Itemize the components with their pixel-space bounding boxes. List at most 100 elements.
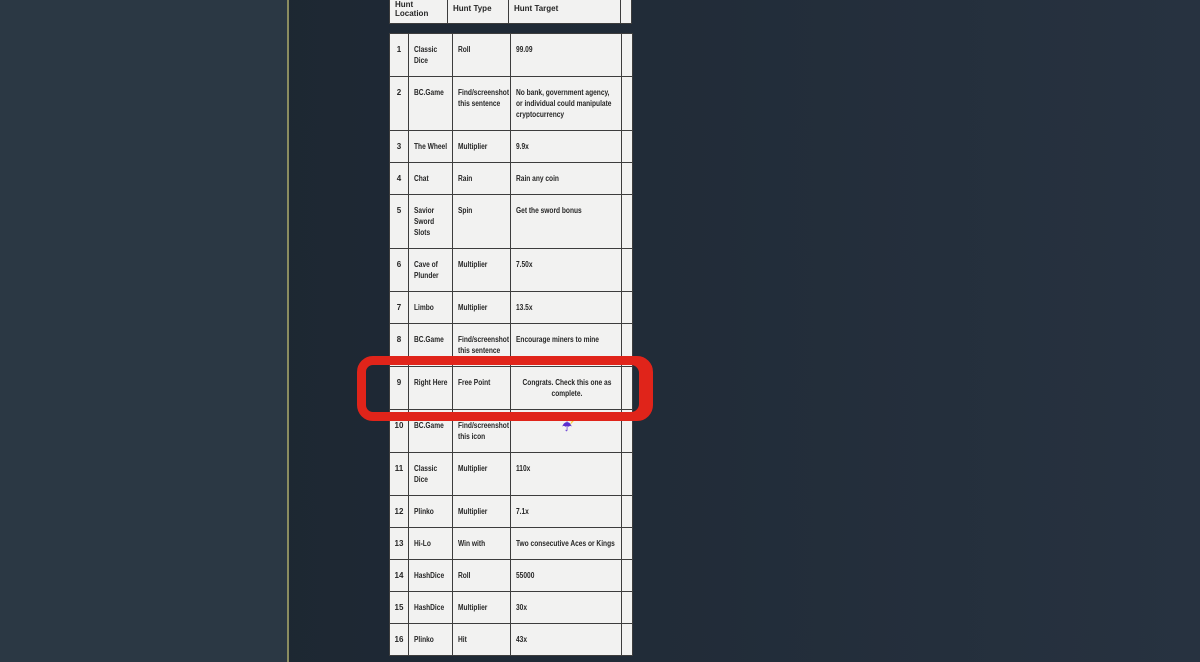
- hunt-type-text: Multiplier: [458, 141, 507, 152]
- purple-umbrella-icon: ☂⚡: [562, 420, 572, 435]
- hunt-target-cell: No bank, government agency, or individua…: [511, 77, 622, 131]
- table-row: 2 BC.Game Find/screenshot this sentence …: [390, 77, 633, 131]
- row-end-spacer-cell: [622, 34, 633, 77]
- hunt-target-text: Rain any coin: [516, 173, 618, 184]
- hunt-table: 1 Classic Dice Roll 99.09 2 BC.Game Find…: [389, 33, 633, 656]
- row-end-spacer-cell: [622, 77, 633, 131]
- row-number-cell: 14: [390, 560, 409, 592]
- row-number-cell: 2: [390, 77, 409, 131]
- hunt-target-cell: Get the sword bonus: [511, 195, 622, 249]
- hunt-type-text: Roll: [458, 570, 507, 581]
- hunt-target-text: Get the sword bonus: [516, 205, 618, 216]
- hunt-type-text: Spin: [458, 205, 507, 216]
- hunt-target-cell: 9.9x: [511, 131, 622, 163]
- row-end-spacer-cell: [622, 131, 633, 163]
- row-number-cell: 12: [390, 496, 409, 528]
- hunt-type-cell: Roll: [453, 560, 511, 592]
- table-row: 7 Limbo Multiplier 13.5x: [390, 292, 633, 324]
- hunt-location-cell: Limbo: [409, 292, 453, 324]
- row-end-spacer-cell: [622, 292, 633, 324]
- row-end-spacer-cell: [622, 624, 633, 656]
- hunt-location-cell: Cave of Plunder: [409, 249, 453, 292]
- table-row: 14 HashDice Roll 55000: [390, 560, 633, 592]
- row-end-spacer-cell: [622, 592, 633, 624]
- hunt-type-text: Find/screenshot this sentence: [458, 87, 507, 109]
- hunt-type-text: Multiplier: [458, 463, 507, 474]
- hunt-location-cell: Classic Dice: [409, 34, 453, 77]
- hunt-type-text: Rain: [458, 173, 507, 184]
- header-hunt-target: Hunt Target: [509, 0, 621, 23]
- hunt-target-text: Two consecutive Aces or Kings: [516, 538, 618, 549]
- hunt-location-text: Cave of Plunder: [414, 259, 449, 281]
- hunt-type-text: Roll: [458, 44, 507, 55]
- hunt-location-cell: Chat: [409, 163, 453, 195]
- row-number-cell: 15: [390, 592, 409, 624]
- row-end-spacer-cell: [622, 195, 633, 249]
- hunt-type-cell: Spin: [453, 195, 511, 249]
- hunt-target-text: 55000: [516, 570, 618, 581]
- hunt-target-cell: Two consecutive Aces or Kings: [511, 528, 622, 560]
- row-end-spacer-cell: [622, 453, 633, 496]
- table-row: 5 Savior Sword Slots Spin Get the sword …: [390, 195, 633, 249]
- row-number-cell: 4: [390, 163, 409, 195]
- hunt-location-text: HashDice: [414, 602, 449, 613]
- hunt-location-cell: HashDice: [409, 560, 453, 592]
- hunt-location-text: Plinko: [414, 506, 449, 517]
- hunt-target-text: 7.1x: [516, 506, 618, 517]
- hunt-target-text: 43x: [516, 634, 618, 645]
- hunt-target-cell: 110x: [511, 453, 622, 496]
- hunt-type-text: Multiplier: [458, 506, 507, 517]
- table-row: 12 Plinko Multiplier 7.1x: [390, 496, 633, 528]
- hunt-type-text: Win with: [458, 538, 507, 549]
- hunt-type-cell: Multiplier: [453, 292, 511, 324]
- hunt-location-cell: Classic Dice: [409, 453, 453, 496]
- hunt-target-cell: 30x: [511, 592, 622, 624]
- hunt-type-cell: Roll: [453, 34, 511, 77]
- hunt-location-text: Hi-Lo: [414, 538, 449, 549]
- row-end-spacer-cell: [622, 249, 633, 292]
- hunt-target-cell: 7.50x: [511, 249, 622, 292]
- hunt-location-cell: Savior Sword Slots: [409, 195, 453, 249]
- hunt-target-cell: 55000: [511, 560, 622, 592]
- hunt-target-text: 7.50x: [516, 259, 618, 270]
- hunt-location-text: Limbo: [414, 302, 449, 313]
- hunt-type-text: Hit: [458, 634, 507, 645]
- hunt-location-text: Savior Sword Slots: [414, 205, 449, 238]
- hunt-location-text: Plinko: [414, 634, 449, 645]
- hunt-type-cell: Multiplier: [453, 592, 511, 624]
- hunt-location-text: BC.Game: [414, 87, 449, 98]
- hunt-location-text: BC.Game: [414, 334, 449, 345]
- table-row: 16 Plinko Hit 43x: [390, 624, 633, 656]
- table-row: 13 Hi-Lo Win with Two consecutive Aces o…: [390, 528, 633, 560]
- hunt-location-cell: BC.Game: [409, 77, 453, 131]
- row-number-cell: 1: [390, 34, 409, 77]
- row-number-cell: 16: [390, 624, 409, 656]
- hunt-location-cell: Plinko: [409, 496, 453, 528]
- hunt-target-cell: Rain any coin: [511, 163, 622, 195]
- hunt-location-cell: HashDice: [409, 592, 453, 624]
- hunt-type-cell: Multiplier: [453, 453, 511, 496]
- hunt-location-text: Classic Dice: [414, 44, 449, 66]
- row-number-cell: 11: [390, 453, 409, 496]
- table-row: 3 The Wheel Multiplier 9.9x: [390, 131, 633, 163]
- hunt-location-cell: The Wheel: [409, 131, 453, 163]
- row-number-cell: 5: [390, 195, 409, 249]
- hunt-type-text: Multiplier: [458, 602, 507, 613]
- row-number-cell: 13: [390, 528, 409, 560]
- hunt-type-cell: Multiplier: [453, 131, 511, 163]
- row-end-spacer-cell: [622, 163, 633, 195]
- header-hunt-location: Hunt Location: [390, 0, 448, 23]
- row-number-cell: 6: [390, 249, 409, 292]
- table-row: 4 Chat Rain Rain any coin: [390, 163, 633, 195]
- row-number-cell: 3: [390, 131, 409, 163]
- highlight-annotation: [357, 356, 653, 421]
- hunt-target-text: Encourage miners to mine: [516, 334, 618, 345]
- hunt-target-text: ☂⚡: [516, 420, 618, 435]
- left-panel: [0, 0, 287, 662]
- row-end-spacer-cell: [622, 528, 633, 560]
- hunt-type-text: Multiplier: [458, 259, 507, 270]
- hunt-location-text: The Wheel: [414, 141, 449, 152]
- hunt-target-text: 99.09: [516, 44, 618, 55]
- hunt-type-text: Find/screenshot this icon: [458, 420, 507, 442]
- hunt-target-cell: 43x: [511, 624, 622, 656]
